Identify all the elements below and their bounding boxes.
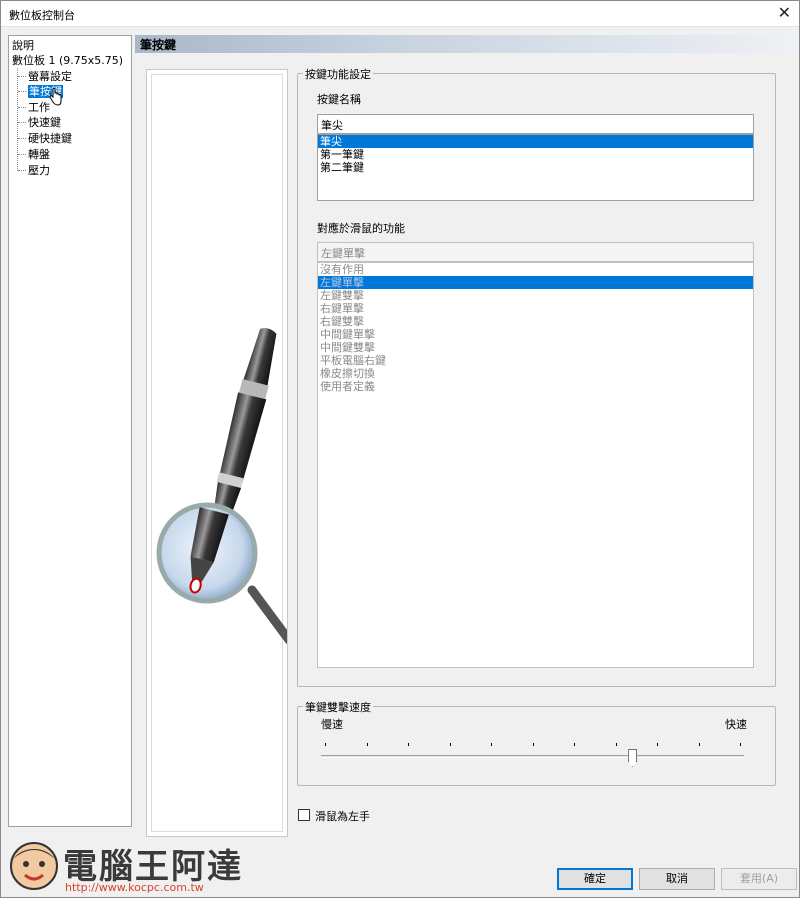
list-item[interactable]: 第二筆鍵 xyxy=(318,161,753,174)
list-item[interactable]: 左鍵雙擊 xyxy=(318,289,753,302)
slider-tick xyxy=(615,743,617,746)
tree-item-dial[interactable]: 轉盤 xyxy=(28,148,50,161)
tree-connector xyxy=(18,154,26,155)
ok-button[interactable]: 確定 xyxy=(557,868,633,890)
apply-button[interactable]: 套用(A) xyxy=(721,868,797,890)
window-title: 數位板控制台 xyxy=(9,9,75,22)
tree-item-tablet[interactable]: 數位板 1 (9.75x5.75) xyxy=(12,54,123,67)
double-click-speed-group-title: 筆鍵雙擊速度 xyxy=(303,699,373,715)
tree-item-work[interactable]: 工作 xyxy=(28,101,50,114)
tree-connector xyxy=(18,76,26,77)
list-item[interactable]: 中間鍵雙擊 xyxy=(318,341,753,354)
mouse-function-label: 對應於滑鼠的功能 xyxy=(317,222,405,235)
slider-tick xyxy=(449,743,451,746)
left-hand-checkbox[interactable] xyxy=(298,809,310,821)
double-click-speed-group xyxy=(297,706,776,786)
button-name-list[interactable]: 筆尖 第一筆鍵 第二筆鍵 xyxy=(317,134,754,201)
watermark-logo: 電腦王阿達 http://www.kocpc.com.tw xyxy=(5,837,245,897)
list-item[interactable]: 使用者定義 xyxy=(318,380,753,393)
settings-tree[interactable]: 說明 數位板 1 (9.75x5.75) 螢幕設定 筆按鍵 工作 快速鍵 硬快捷… xyxy=(8,35,132,827)
pen-illustration-icon xyxy=(156,328,287,645)
tree-connector xyxy=(18,170,26,171)
tree-connector xyxy=(17,68,18,171)
button-function-group-title: 按鍵功能設定 xyxy=(303,66,373,82)
double-click-speed-slider[interactable] xyxy=(321,755,744,758)
fast-label: 快速 xyxy=(725,718,747,731)
tree-item-pressure[interactable]: 壓力 xyxy=(28,164,50,177)
list-item[interactable]: 中間鍵單擊 xyxy=(318,328,753,341)
pen-illustration-panel xyxy=(146,69,288,837)
mouse-function-field[interactable]: 左鍵單擊 xyxy=(317,242,754,262)
section-header: 筆按鍵 xyxy=(135,35,799,53)
tree-item-help[interactable]: 說明 xyxy=(12,39,34,52)
watermark-url: http://www.kocpc.com.tw xyxy=(65,881,204,894)
list-item[interactable]: 橡皮擦切換 xyxy=(318,367,753,380)
title-bar: 數位板控制台 ✕ xyxy=(1,1,799,27)
cancel-button[interactable]: 取消 xyxy=(639,868,715,890)
button-name-field[interactable]: 筆尖 xyxy=(317,114,754,134)
slider-tick xyxy=(532,743,534,746)
slider-tick xyxy=(574,743,575,746)
slider-tick xyxy=(408,743,409,746)
tree-item-screen-settings[interactable]: 螢幕設定 xyxy=(28,70,72,83)
section-title: 筆按鍵 xyxy=(140,38,177,52)
mouse-function-list[interactable]: 沒有作用 左鍵單擊 左鍵雙擊 右鍵單擊 右鍵雙擊 中間鍵單擊 中間鍵雙擊 平板電… xyxy=(317,262,754,668)
slider-tick xyxy=(740,743,741,746)
list-item[interactable]: 右鍵單擊 xyxy=(318,302,753,315)
tree-connector xyxy=(18,107,26,108)
list-item[interactable]: 第一筆鍵 xyxy=(318,148,753,161)
list-item[interactable]: 左鍵單擊 xyxy=(318,276,753,289)
mascot-icon xyxy=(10,842,58,890)
slider-tick xyxy=(366,743,368,746)
list-item[interactable]: 筆尖 xyxy=(318,135,753,148)
slider-tick xyxy=(657,743,658,746)
hand-cursor-icon xyxy=(49,88,62,106)
tablet-control-window: 數位板控制台 ✕ 說明 數位板 1 (9.75x5.75) 螢幕設定 筆按鍵 工… xyxy=(0,0,800,898)
button-name-label: 按鍵名稱 xyxy=(317,93,361,106)
slider-tick xyxy=(491,743,492,746)
tree-item-hard-shortcuts[interactable]: 硬快捷鍵 xyxy=(28,132,72,145)
slider-tick xyxy=(325,743,326,746)
tree-connector xyxy=(18,91,26,92)
tree-connector xyxy=(18,122,26,123)
tree-connector xyxy=(18,138,26,139)
list-item[interactable]: 右鍵雙擊 xyxy=(318,315,753,328)
tree-item-shortcuts[interactable]: 快速鍵 xyxy=(28,116,61,129)
left-hand-label: 滑鼠為左手 xyxy=(315,810,370,823)
slow-label: 慢速 xyxy=(321,718,343,731)
close-icon[interactable]: ✕ xyxy=(778,3,791,22)
list-item[interactable]: 沒有作用 xyxy=(318,263,753,276)
slider-tick xyxy=(698,743,700,746)
list-item[interactable]: 平板電腦右鍵 xyxy=(318,354,753,367)
